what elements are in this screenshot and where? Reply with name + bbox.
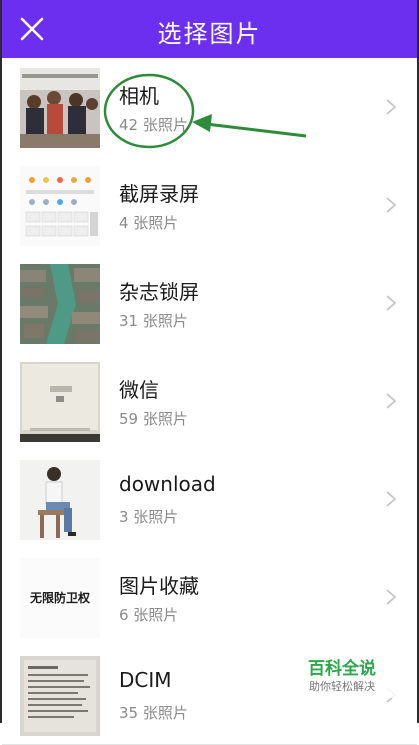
- album-name: 截屏录屏: [119, 182, 199, 206]
- album-thumbnail: [20, 68, 100, 148]
- album-name: 杂志锁屏: [119, 280, 199, 304]
- screen-edge-left: [0, 0, 2, 723]
- chevron-right-icon: [386, 491, 397, 507]
- album-name: 微信: [119, 378, 159, 402]
- album-name: 图片收藏: [119, 574, 199, 598]
- thumbnail-caption: 无限防卫权: [29, 590, 91, 605]
- album-thumbnail: [20, 362, 100, 442]
- chevron-right-icon: [386, 393, 397, 409]
- album-count: 42 张照片: [119, 116, 188, 134]
- album-row-magazine-lockscreen[interactable]: 杂志锁屏 31 张照片: [2, 254, 417, 353]
- chevron-right-icon: [386, 197, 397, 213]
- album-thumbnail: 无限防卫权: [20, 558, 100, 638]
- album-count: 3 张照片: [119, 508, 179, 526]
- album-thumbnail: [20, 166, 100, 246]
- title-bar: 选择图片: [0, 0, 419, 58]
- watermark-subtitle: 助你轻松解决: [309, 680, 375, 693]
- chevron-right-icon: [386, 295, 397, 311]
- chevron-right-icon: [386, 589, 397, 605]
- chevron-right-icon: [386, 99, 397, 115]
- page-title: 选择图片: [157, 20, 262, 48]
- album-row-screenshots[interactable]: 截屏录屏 4 张照片: [2, 156, 417, 255]
- album-name: DCIM: [119, 668, 172, 692]
- album-row-download[interactable]: download 3 张照片: [2, 450, 417, 549]
- album-count: 31 张照片: [119, 312, 188, 330]
- album-count: 6 张照片: [119, 606, 179, 624]
- album-name: 相机: [119, 84, 159, 108]
- watermark: 百科全说 助你轻松解决: [288, 650, 396, 698]
- album-row-wechat[interactable]: 微信 59 张照片: [2, 352, 417, 451]
- album-thumbnail: [20, 460, 100, 540]
- album-name: download: [119, 472, 216, 496]
- album-thumbnail: [20, 264, 100, 344]
- album-thumbnail: [20, 656, 100, 736]
- album-count: 35 张照片: [119, 704, 188, 722]
- album-row-favorites[interactable]: 无限防卫权 图片收藏 6 张照片: [2, 548, 417, 647]
- album-count: 59 张照片: [119, 410, 188, 428]
- watermark-title: 百科全说: [308, 659, 376, 679]
- album-row-camera[interactable]: 相机 42 张照片: [2, 58, 417, 157]
- album-count: 4 张照片: [119, 214, 179, 232]
